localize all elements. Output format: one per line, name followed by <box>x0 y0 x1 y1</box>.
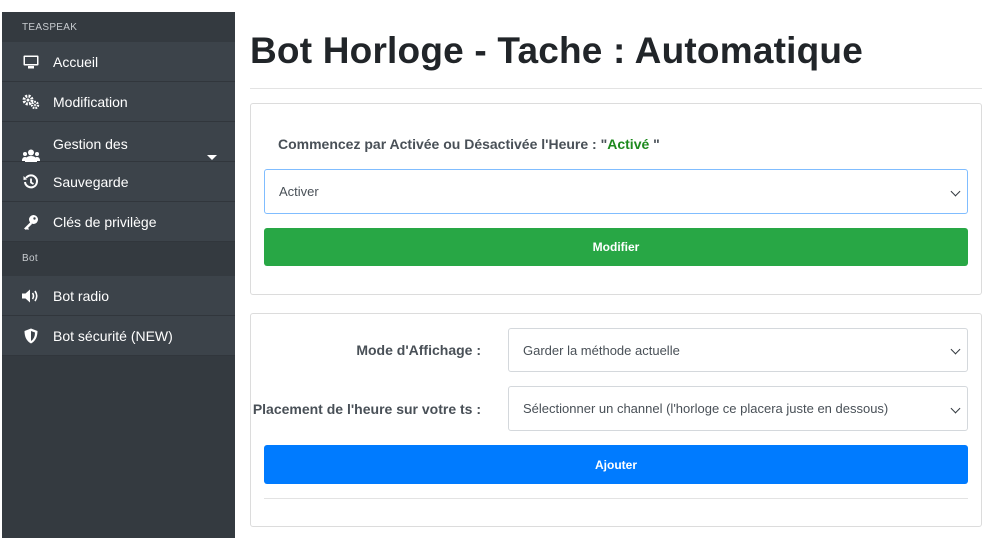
sidebar: TEASPEAK Accueil Modification Gestion de… <box>2 12 235 538</box>
sidebar-item-bot-securite[interactable]: Bot sécurité (NEW) <box>2 316 235 356</box>
volume-icon <box>22 287 40 305</box>
sidebar-heading-bot: Bot <box>2 242 235 276</box>
chevron-down-icon <box>950 186 961 196</box>
add-button[interactable]: Ajouter <box>264 445 968 484</box>
placement-select[interactable]: Sélectionner un channel (l'horloge ce pl… <box>508 386 968 431</box>
sidebar-item-label: Bot sécurité (NEW) <box>53 327 173 344</box>
activation-select[interactable]: Activer <box>264 169 968 214</box>
status-suffix: " <box>649 136 660 152</box>
display-mode-value: Garder la méthode actuelle <box>523 342 680 358</box>
sidebar-item-label: Clés de privilège <box>53 213 157 230</box>
sidebar-item-bot-radio[interactable]: Bot radio <box>2 276 235 316</box>
status-line: Commencez par Activée ou Désactivée l'He… <box>278 136 660 152</box>
activation-card: Commencez par Activée ou Désactivée l'He… <box>250 103 982 295</box>
sidebar-item-accueil[interactable]: Accueil <box>2 42 235 82</box>
placement-label: Placement de l'heure sur votre ts : <box>252 401 481 417</box>
status-prefix: Commencez par Activée ou Désactivée l'He… <box>278 136 608 152</box>
sidebar-item-sauvegarde[interactable]: Sauvegarde <box>2 162 235 202</box>
modify-button[interactable]: Modifier <box>264 228 968 266</box>
sidebar-footer <box>2 376 235 538</box>
sidebar-item-cles[interactable]: Clés de privilège <box>2 202 235 242</box>
sidebar-item-gestion[interactable]: Gestion des <box>2 122 235 162</box>
sidebar-item-modification[interactable]: Modification <box>2 82 235 122</box>
chevron-down-icon <box>950 403 961 413</box>
placement-value: Sélectionner un channel (l'horloge ce pl… <box>523 401 889 416</box>
sidebar-item-label: Sauvegarde <box>53 173 129 190</box>
key-icon <box>22 213 40 231</box>
sidebar-heading-teaspeak: TEASPEAK <box>2 12 235 42</box>
page-title: Bot Horloge - Tache : Automatique <box>250 30 863 71</box>
divider <box>250 88 982 89</box>
sidebar-item-label: Accueil <box>53 53 99 70</box>
activation-select-value: Activer <box>279 184 319 199</box>
desktop-icon <box>22 53 40 71</box>
history-icon <box>22 173 40 191</box>
sidebar-item-label: Bot radio <box>53 287 110 304</box>
caret-down-icon <box>207 155 217 160</box>
chevron-down-icon <box>950 344 961 355</box>
settings-card: Mode d'Affichage : Garder la méthode act… <box>250 313 982 527</box>
display-mode-select[interactable]: Garder la méthode actuelle <box>508 328 968 372</box>
display-mode-label: Mode d'Affichage : <box>356 342 481 358</box>
shield-icon <box>22 327 40 345</box>
gears-icon <box>22 93 40 111</box>
sidebar-item-label: Modification <box>53 93 128 110</box>
status-badge: Activé <box>607 136 650 152</box>
divider <box>264 498 968 499</box>
sidebar-item-label: Gestion des <box>53 136 128 152</box>
